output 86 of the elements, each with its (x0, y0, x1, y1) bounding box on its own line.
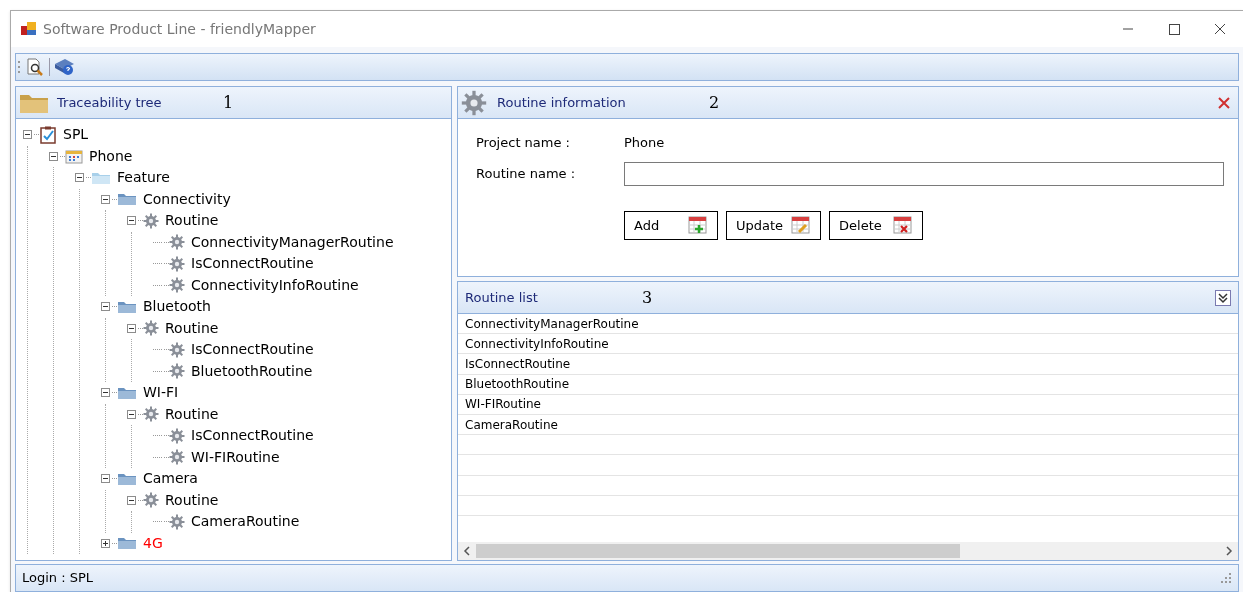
expand-icon[interactable] (101, 538, 110, 548)
folder-icon (117, 471, 137, 486)
project-name-value: Phone (624, 134, 665, 153)
close-icon[interactable] (1217, 95, 1231, 110)
gear-icon (169, 513, 185, 530)
tree-node-label[interactable]: Routine (165, 210, 219, 232)
collapse-icon[interactable] (101, 474, 110, 484)
tree-node-label[interactable]: SPL (63, 124, 89, 146)
collapse-icon[interactable] (23, 130, 32, 140)
window-title: Software Product Line - friendlyMapper (43, 19, 316, 39)
list-item[interactable]: CameraRoutine (465, 415, 558, 434)
preview-icon[interactable] (25, 58, 45, 76)
tree-node-label[interactable]: Camera (143, 468, 198, 490)
collapse-icon[interactable] (49, 151, 58, 161)
tree-node-label[interactable]: Routine (165, 403, 219, 425)
tree-node-label[interactable]: Feature (117, 167, 170, 189)
tree-node-label[interactable]: WI-FI (143, 382, 179, 404)
help-book-icon[interactable] (54, 57, 76, 77)
field-label: Routine name : (476, 165, 577, 184)
tree-node-label[interactable]: IsConnectRoutine (191, 339, 314, 361)
collapse-icon[interactable] (127, 323, 136, 333)
status-text: Login : SPL (22, 569, 94, 588)
collapse-icon[interactable] (101, 388, 110, 398)
tree-node-label[interactable]: 4G (143, 532, 163, 554)
gear-icon (169, 449, 185, 466)
panel-title: Routine information (497, 93, 627, 112)
tree-node-label[interactable]: CameraRoutine (191, 511, 300, 533)
tree-node-label[interactable]: ConnectivityInfoRoutine (191, 274, 359, 296)
collapse-icon[interactable] (75, 173, 84, 183)
collapse-icon[interactable] (101, 194, 110, 204)
field-label: Project name : (476, 134, 571, 153)
tree-node-label[interactable]: Routine (165, 489, 219, 511)
checklist-icon (39, 125, 57, 144)
table-add-icon (688, 216, 708, 235)
gear-icon (143, 492, 159, 509)
tree-node-label[interactable]: BluetoothRoutine (191, 360, 313, 382)
action-button[interactable]: Add (624, 211, 718, 240)
input-field[interactable] (624, 162, 1224, 186)
gear-icon (169, 363, 185, 380)
action-button[interactable]: Delete (829, 211, 924, 240)
scrollbar-thumb[interactable] (476, 544, 960, 558)
gear-icon (143, 212, 159, 229)
panel-title: Routine list (465, 288, 539, 307)
app-icon (21, 22, 37, 36)
list-item[interactable]: ConnectivityInfoRoutine (465, 334, 609, 353)
tree-node-label[interactable]: WI-FIRoutine (191, 446, 280, 468)
tree-node-label[interactable]: Bluetooth (143, 296, 211, 318)
collapse-icon[interactable] (101, 302, 110, 312)
folder-icon (117, 299, 137, 314)
tree-node-label[interactable]: Phone (89, 145, 133, 167)
gear-icon (461, 89, 487, 116)
gear-icon (169, 427, 185, 444)
table-delete-icon (893, 216, 914, 235)
list-item[interactable]: IsConnectRoutine (465, 354, 571, 373)
tree-node-label[interactable]: IsConnectRoutine (191, 253, 314, 275)
list-item[interactable]: BluetoothRoutine (465, 375, 570, 394)
scroll-right-icon[interactable] (1224, 546, 1234, 556)
collapse-icon[interactable] (127, 409, 136, 419)
scroll-left-icon[interactable] (462, 546, 472, 556)
list-item[interactable]: WI-FIRoutine (465, 395, 541, 414)
table-edit-icon (791, 216, 812, 235)
gear-icon (143, 406, 159, 423)
panel-number: 3 (642, 286, 653, 309)
tree-node-label[interactable]: IsConnectRoutine (191, 425, 314, 447)
collapse-icon[interactable] (127, 216, 136, 226)
folder-icon (91, 170, 111, 185)
panel-number: 1 (223, 91, 234, 114)
tree-node-label[interactable]: Connectivity (143, 188, 231, 210)
gear-icon (169, 341, 185, 358)
grip-icon (18, 61, 21, 73)
list-item[interactable]: ConnectivityManagerRoutine (465, 314, 639, 333)
folder-icon (117, 192, 137, 207)
collapse-icon[interactable] (127, 495, 136, 505)
panel-number: 2 (709, 91, 720, 114)
tree-node-label[interactable]: ConnectivityManagerRoutine (191, 231, 394, 253)
collapse-down-icon[interactable] (1215, 289, 1231, 306)
folder-icon (117, 385, 137, 400)
gear-icon (169, 277, 185, 294)
panel-title: Traceability tree (57, 93, 163, 112)
tree-node-label[interactable]: Routine (165, 317, 219, 339)
gear-icon (169, 234, 185, 251)
resize-grip-icon[interactable] (1220, 572, 1232, 584)
gear-icon (143, 320, 159, 337)
action-button[interactable]: Update (726, 211, 822, 240)
folder-icon (117, 536, 137, 551)
gear-icon (169, 255, 185, 272)
